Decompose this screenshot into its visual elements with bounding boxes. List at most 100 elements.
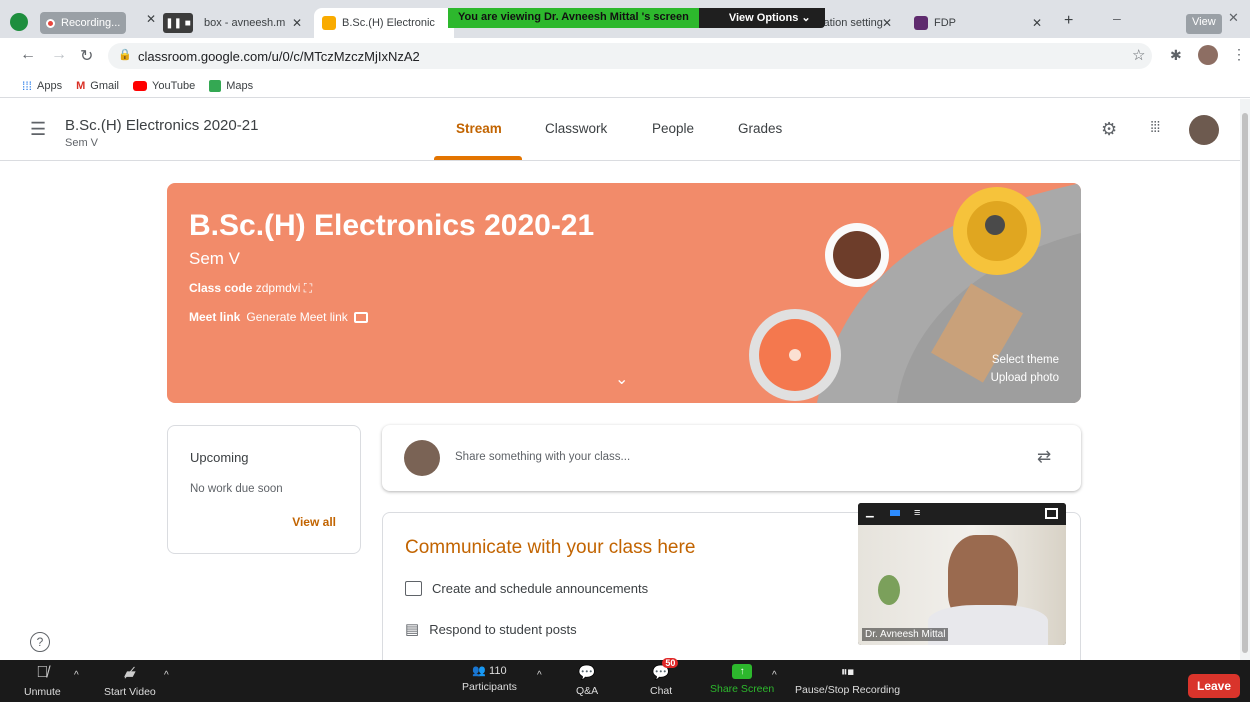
share-post-box[interactable]: Share something with your class... ⇄ — [382, 425, 1081, 491]
header-class-name[interactable]: B.Sc.(H) Electronics 2020-21 — [65, 117, 258, 134]
reload-icon[interactable]: ↻ — [80, 46, 93, 66]
chat-button[interactable]: 💬 50 Chat — [650, 658, 679, 697]
speaker-view-icon[interactable] — [890, 510, 900, 516]
apps-grid-icon[interactable]: ⁞⁞⁞ — [1150, 119, 1160, 136]
pause-stop-label: Pause/Stop Recording — [795, 684, 901, 696]
class-code-label: Class code — [189, 281, 253, 295]
upcoming-title: Upcoming — [190, 450, 249, 465]
upload-photo-link[interactable]: Upload photo — [991, 369, 1059, 387]
help-icon[interactable]: ? — [30, 632, 50, 652]
bookmark-label: Apps — [37, 79, 63, 92]
address-bar-row: ← → ↻ 🔒 classroom.google.com/u/0/c/MTczM… — [0, 38, 1250, 74]
forward-icon[interactable]: → — [51, 46, 67, 64]
tab-label: cation setting — [818, 17, 883, 29]
chat-label: Chat — [650, 685, 673, 697]
extensions-icon[interactable]: ✱ — [1170, 47, 1182, 64]
recording-label: Recording... — [61, 17, 121, 29]
bookmark-youtube[interactable]: YouTube — [133, 80, 195, 92]
unmute-button[interactable]: 🎙̸ Unmute — [24, 664, 61, 698]
select-theme-link[interactable]: Select theme — [991, 351, 1059, 369]
bookmark-maps[interactable]: Maps — [209, 79, 254, 92]
star-icon[interactable]: ☆ — [1132, 46, 1145, 64]
chevron-up-icon[interactable]: ^ — [772, 670, 777, 681]
account-avatar[interactable] — [1189, 115, 1219, 145]
recording-indicator[interactable]: Recording... — [40, 12, 127, 34]
active-tab-indicator — [434, 156, 522, 160]
tab-inbox[interactable]: box - avneesh.m ✕ — [196, 8, 310, 38]
fullscreen-icon[interactable]: ⛶ — [304, 281, 312, 295]
plant — [878, 575, 900, 605]
unmute-label: Unmute — [24, 686, 61, 698]
minimize-video-icon[interactable]: ▁ — [866, 507, 874, 518]
youtube-icon — [133, 80, 147, 91]
bookmark-label: Gmail — [90, 79, 119, 92]
pause-recording-icon[interactable]: ❚❚ ■ — [163, 13, 193, 33]
tab-label: box - avneesh.m — [204, 17, 286, 29]
close-icon[interactable]: ✕ — [882, 16, 892, 30]
chevron-up-icon[interactable]: ^ — [537, 670, 542, 681]
communicate-item: Create and schedule announcements — [405, 581, 648, 596]
shield-icon[interactable] — [10, 13, 28, 31]
view-all-link[interactable]: View all — [292, 515, 336, 529]
view-button[interactable]: View — [1186, 14, 1222, 34]
gmail-icon: M — [76, 79, 86, 92]
start-video-button[interactable]: ▰̸ Start Video — [104, 664, 156, 698]
gallery-view-icon[interactable]: ≡ — [914, 507, 920, 519]
bookmark-label: Maps — [226, 79, 254, 92]
back-icon[interactable]: ← — [20, 46, 36, 64]
tab-grades[interactable]: Grades — [738, 121, 782, 136]
settings-gear-icon[interactable]: ⚙ — [1101, 119, 1117, 140]
class-code: Class code zdpmdvi ⛶ — [189, 281, 312, 296]
qa-button[interactable]: 💬 Q&A — [576, 664, 598, 697]
hamburger-menu-icon[interactable]: ☰ — [30, 119, 46, 140]
chevron-up-icon[interactable]: ^ — [164, 670, 169, 681]
pause-stop-recording-button[interactable]: ⏸⏹ Pause/Stop Recording — [795, 664, 900, 696]
tab-fdp[interactable]: FDP ✕ — [906, 8, 1050, 38]
speaker-video-window[interactable]: ▁ ≡ Dr. Avneesh Mittal — [858, 503, 1066, 645]
url-bar[interactable]: 🔒 classroom.google.com/u/0/c/MTczMzczMjI… — [108, 43, 1152, 69]
video-feed — [858, 525, 1066, 645]
chat-icon: 💬 50 — [652, 658, 679, 681]
participant-count: 110 — [489, 665, 507, 677]
tab-stream[interactable]: Stream — [456, 121, 502, 136]
scrollbar-thumb[interactable] — [1242, 113, 1248, 653]
bookmark-gmail[interactable]: M Gmail — [76, 80, 119, 92]
leave-button[interactable]: Leave — [1188, 674, 1240, 698]
tab-label: FDP — [934, 17, 956, 29]
share-screen-button[interactable]: ↑ Share Screen — [710, 664, 774, 695]
bookmark-label: YouTube — [152, 79, 196, 92]
repost-icon[interactable]: ⇄ — [1037, 447, 1051, 467]
chevron-up-icon[interactable]: ^ — [74, 670, 79, 681]
chevron-down-icon[interactable]: ⌄ — [615, 369, 628, 389]
minimize-icon[interactable]: – — [1113, 10, 1121, 26]
page-scrollbar[interactable] — [1240, 99, 1250, 660]
close-icon[interactable]: ✕ — [146, 12, 156, 26]
zoom-meeting-toolbar: 🎙̸ Unmute ^ ▰̸ Start Video ^ 👥 110 Parti… — [0, 658, 1250, 702]
tab-classwork[interactable]: Classwork — [545, 121, 607, 136]
profile-avatar[interactable] — [1198, 45, 1218, 65]
exit-floating-icon[interactable] — [1045, 508, 1058, 519]
classroom-favicon-icon — [322, 16, 336, 30]
communicate-item: ▤ Respond to student posts — [405, 620, 577, 638]
tab-people[interactable]: People — [652, 121, 694, 136]
user-avatar — [404, 440, 440, 476]
participants-icon: 👥 110 — [472, 665, 507, 677]
close-icon[interactable]: ✕ — [1032, 16, 1042, 30]
close-icon[interactable]: ✕ — [292, 16, 302, 30]
participants-button[interactable]: 👥 110 Participants — [462, 664, 517, 693]
menu-icon[interactable]: ⋮ — [1232, 46, 1246, 63]
posts-icon: ▤ — [405, 621, 420, 638]
lock-icon: 🔒 — [118, 49, 132, 61]
close-window-icon[interactable]: ✕ — [1228, 10, 1239, 26]
theme-controls: Select theme Upload photo — [991, 351, 1059, 387]
viewing-screen-message: You are viewing Dr. Avneesh Mittal 's sc… — [448, 8, 699, 28]
new-tab-icon[interactable]: + — [1064, 12, 1073, 30]
bookmark-apps[interactable]: ⁞⁞⁞ Apps — [22, 79, 62, 93]
share-placeholder[interactable]: Share something with your class... — [455, 451, 630, 463]
view-options-button[interactable]: View Options ⌄ — [714, 8, 825, 28]
tab-classroom[interactable]: B.Sc.(H) Electronic — [314, 8, 454, 38]
meet-link-label: Meet link — [189, 310, 241, 324]
header-section: Sem V — [65, 137, 99, 149]
video-camera-icon[interactable] — [353, 311, 368, 323]
generate-meet-link[interactable]: Generate Meet link — [246, 310, 347, 324]
